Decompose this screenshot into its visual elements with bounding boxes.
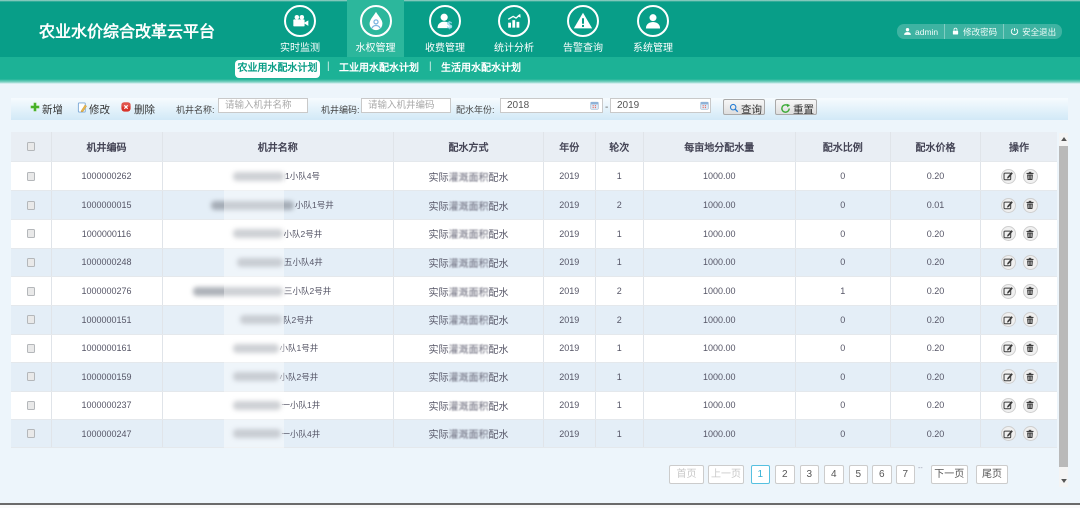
svg-text:$: $ <box>447 21 453 32</box>
